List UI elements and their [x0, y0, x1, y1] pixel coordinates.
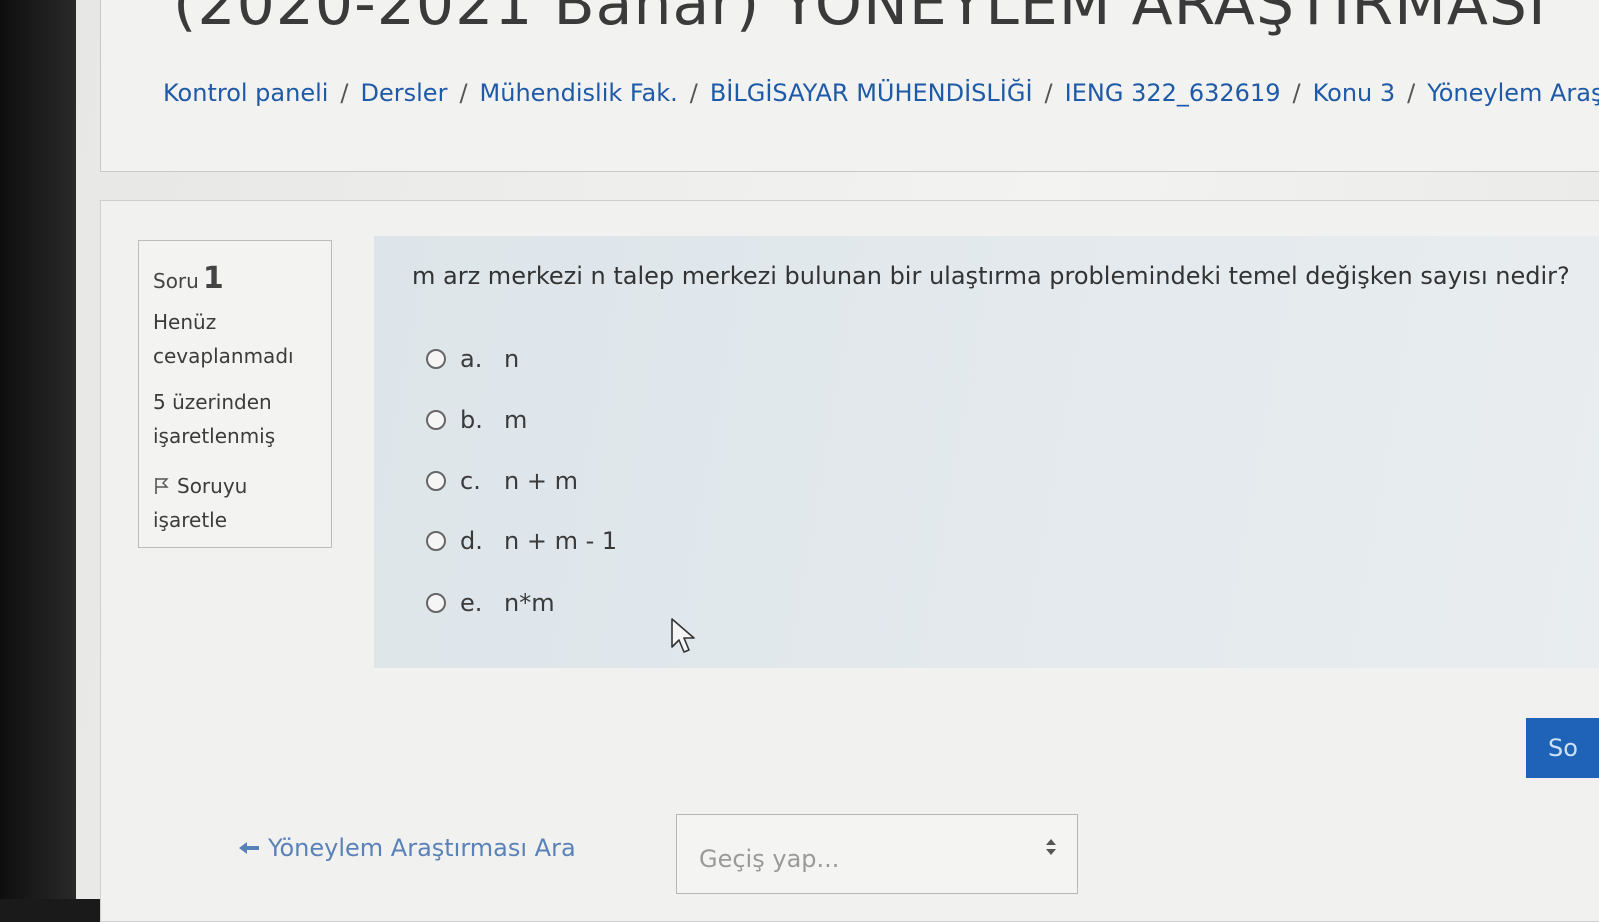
- jump-to-placeholder: Geçiş yap...: [699, 845, 840, 873]
- option-letter: b.: [460, 406, 483, 434]
- option-text: n + m - 1: [504, 527, 618, 555]
- option-letter: e.: [460, 589, 483, 617]
- flag-label: Soruyu: [177, 474, 248, 498]
- breadcrumb-item-dashboard[interactable]: Kontrol paneli: [163, 79, 328, 107]
- radio-button[interactable]: [426, 471, 446, 491]
- page-title: (2020-2021 Bahar) YÖNEYLEM ARAŞTIRMASI: [173, 0, 1547, 39]
- browser-screen: (2020-2021 Bahar) YÖNEYLEM ARAŞTIRMASI K…: [76, 0, 1599, 922]
- answer-option-e[interactable]: e. n*m: [426, 588, 555, 618]
- question-area: m arz merkezi n talep merkezi bulunan bi…: [374, 236, 1599, 668]
- breadcrumb: Kontrol paneli / Dersler / Mühendislik Fak. /…: [163, 79, 1599, 107]
- breadcrumb-separator: /: [1292, 79, 1301, 107]
- jump-to-select[interactable]: Geçiş yap...: [676, 814, 1078, 894]
- flag-icon: [155, 478, 169, 494]
- breadcrumb-separator: /: [1044, 79, 1053, 107]
- question-label-text: Soru: [153, 269, 199, 293]
- option-letter: c.: [460, 467, 481, 495]
- answer-option-d[interactable]: d. n + m - 1: [426, 526, 617, 556]
- radio-button[interactable]: [426, 531, 446, 551]
- radio-button[interactable]: [426, 593, 446, 613]
- mouse-cursor-icon: [671, 618, 695, 653]
- radio-button[interactable]: [426, 410, 446, 430]
- option-letter: d.: [460, 527, 483, 555]
- breadcrumb-item-faculty[interactable]: Mühendislik Fak.: [480, 79, 678, 107]
- answer-option-b[interactable]: b. m: [426, 405, 527, 435]
- status-line: Henüz: [153, 310, 217, 334]
- breadcrumb-separator: /: [459, 79, 468, 107]
- previous-activity-link[interactable]: Yöneylem Araştırması Ara: [238, 834, 576, 862]
- next-page-button[interactable]: So: [1526, 718, 1599, 778]
- breadcrumb-item-department[interactable]: BİLGİSAYAR MÜHENDİSLİĞİ: [710, 79, 1033, 107]
- flag-label: işaretle: [153, 508, 228, 532]
- monitor-bezel: [0, 0, 78, 899]
- breadcrumb-item-course[interactable]: IENG 322_632619: [1065, 79, 1281, 107]
- arrow-left-icon: [239, 842, 259, 854]
- sort-updown-icon: [1046, 839, 1056, 855]
- breadcrumb-item-quiz[interactable]: Yöneylem Araş: [1427, 79, 1599, 107]
- breadcrumb-item-courses[interactable]: Dersler: [361, 79, 448, 107]
- question-text: m arz merkezi n talep merkezi bulunan bi…: [412, 262, 1570, 290]
- flag-question-link[interactable]: Soruyu işaretle: [153, 469, 323, 537]
- option-text: n + m: [504, 467, 578, 495]
- question-number: 1: [202, 261, 224, 296]
- radio-button[interactable]: [426, 349, 446, 369]
- marks-line: 5 üzerinden: [153, 390, 272, 414]
- marks-line: işaretlenmiş: [153, 424, 276, 448]
- option-text: n: [504, 345, 520, 373]
- option-letter: a.: [460, 345, 483, 373]
- question-label: Soru 1: [153, 261, 224, 296]
- breadcrumb-separator: /: [1407, 79, 1416, 107]
- breadcrumb-separator: /: [689, 79, 698, 107]
- question-status: Henüz cevaplanmadı: [153, 305, 323, 373]
- option-text: m: [504, 406, 528, 434]
- breadcrumb-item-topic[interactable]: Konu 3: [1313, 79, 1396, 107]
- previous-activity-label: Yöneylem Araştırması Ara: [268, 834, 576, 862]
- question-marks: 5 üzerinden işaretlenmiş: [153, 385, 323, 453]
- status-line: cevaplanmadı: [153, 344, 294, 368]
- page-header: (2020-2021 Bahar) YÖNEYLEM ARAŞTIRMASI K…: [100, 0, 1599, 172]
- question-info-box: Soru 1 Henüz cevaplanmadı 5 üzerinden işa…: [138, 240, 332, 548]
- breadcrumb-separator: /: [340, 79, 349, 107]
- option-text: n*m: [504, 589, 555, 617]
- answer-option-a[interactable]: a. n: [426, 344, 519, 374]
- answer-option-c[interactable]: c. n + m: [426, 466, 578, 496]
